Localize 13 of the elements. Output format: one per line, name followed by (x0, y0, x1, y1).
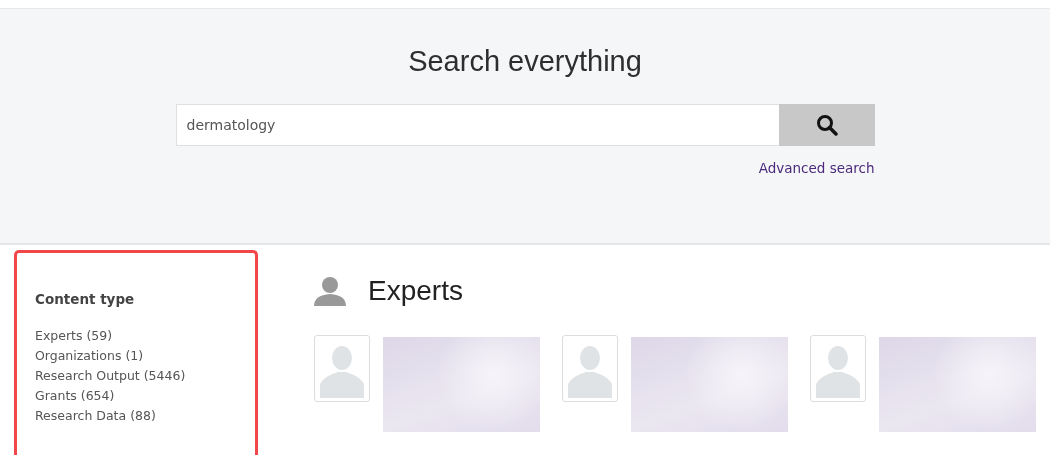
facet-link[interactable]: Experts (59) (35, 326, 113, 346)
facet-link[interactable]: Organizations (1) (35, 346, 144, 366)
search-icon (815, 114, 838, 136)
advanced-search-link[interactable]: Advanced search (758, 160, 875, 176)
person-icon (314, 276, 346, 306)
page-title: Search everything (408, 45, 642, 78)
facet-link[interactable]: Research Output (5446) (35, 366, 186, 386)
search-button[interactable] (778, 104, 875, 146)
search-field[interactable]: dermatology (175, 104, 779, 146)
section-title: Experts (368, 275, 463, 307)
facet-heading: Content type (35, 291, 135, 307)
facet-link[interactable]: Research Data (88) (35, 406, 156, 426)
facet-link[interactable]: Grants (654) (35, 386, 115, 406)
